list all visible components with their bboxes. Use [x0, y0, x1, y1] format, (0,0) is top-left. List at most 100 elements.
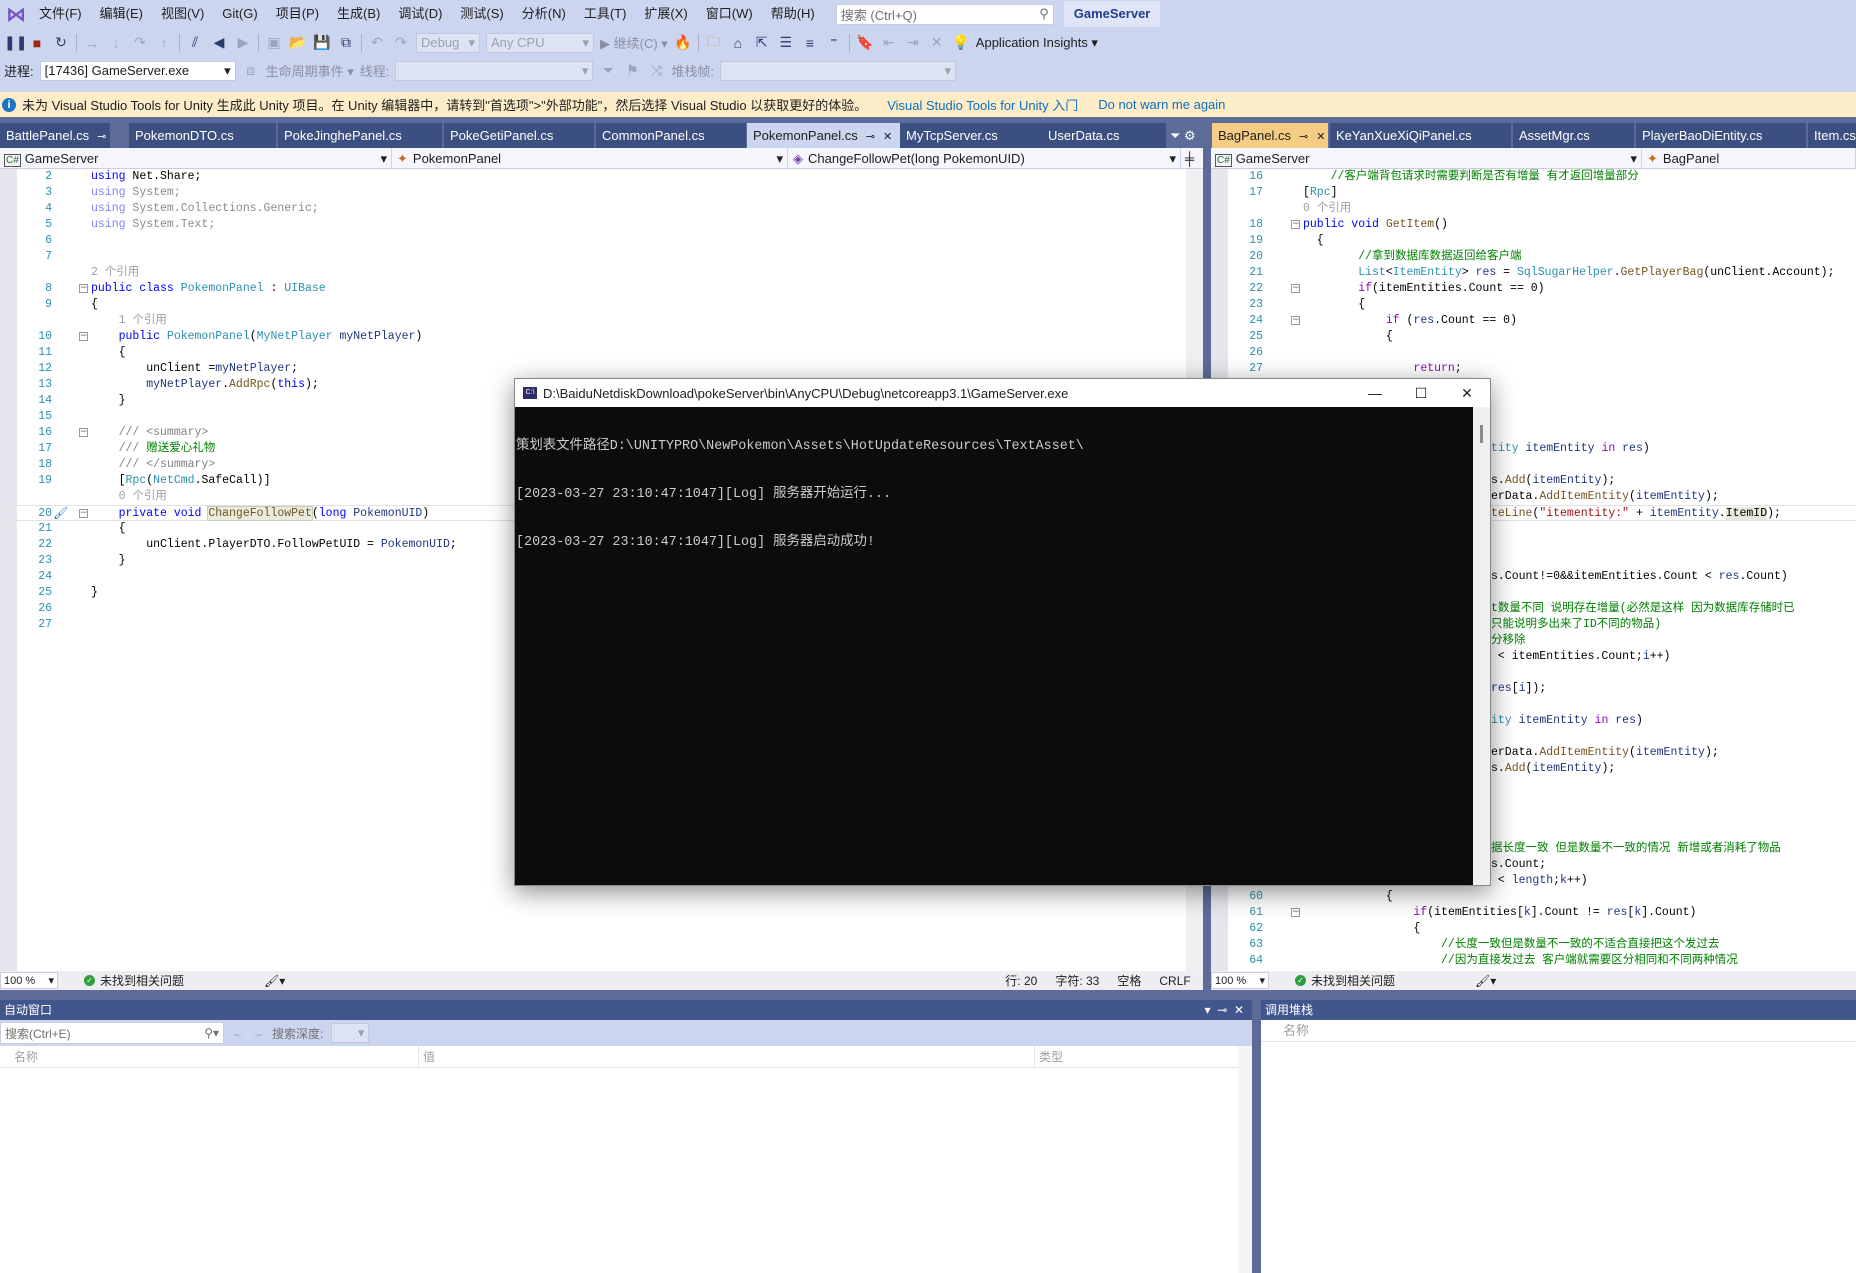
vertical-scrollbar[interactable] — [1238, 1046, 1252, 1273]
step-over-icon[interactable]: ↷ — [131, 34, 149, 51]
search-depth-dropdown[interactable]: ▾ — [331, 1023, 370, 1043]
close-icon[interactable]: ✕ — [1316, 131, 1325, 143]
configuration-dropdown[interactable]: Debug ▾ — [416, 32, 480, 53]
console-scrollbar[interactable] — [1473, 407, 1490, 885]
code-line[interactable]: 19 { — [1211, 233, 1856, 249]
quick-action-brush-icon[interactable]: 🖌 — [53, 506, 68, 522]
zoom-dropdown[interactable]: 100 % ▾ — [0, 972, 58, 989]
undo-icon[interactable]: ↶ — [368, 34, 386, 51]
code-line[interactable]: 16 //客户端背包请求时需要判断是否有增量 有才返回增量部分 — [1211, 169, 1856, 185]
navigate-forward-icon[interactable]: ▶ — [234, 34, 252, 51]
collapse-icon[interactable]: − — [1291, 220, 1300, 229]
stack-frame-dropdown[interactable]: ▾ — [720, 60, 957, 81]
panel-splitter[interactable] — [0, 990, 1856, 1000]
code-line[interactable]: 17 [Rpc] — [1211, 185, 1856, 201]
collapse-icon[interactable]: − — [1291, 316, 1300, 325]
pin-icon[interactable]: ⊸ — [97, 131, 106, 143]
collapse-icon[interactable]: − — [79, 428, 88, 437]
code-line[interactable]: 27 return; — [1211, 361, 1856, 377]
project-dropdown[interactable]: C# GameServer ▾ — [0, 148, 392, 169]
save-all-icon[interactable]: ⧉ — [337, 34, 355, 51]
tab-userdata[interactable]: UserData.cs — [1042, 123, 1166, 148]
line-indicator[interactable]: 行: 20 — [1005, 972, 1037, 989]
process-dropdown[interactable]: [17436] GameServer.exe ▾ — [39, 60, 236, 81]
class-dropdown[interactable]: ✦ PokemonPanel ▾ — [392, 148, 788, 169]
code-line[interactable]: 2 using Net.Share; — [0, 169, 1203, 185]
menu-analyze[interactable]: 分析(N) — [513, 0, 575, 28]
thread-dropdown[interactable]: ▾ — [395, 60, 594, 81]
new-item-icon[interactable]: ▣ — [265, 34, 283, 51]
tab-commonpanel[interactable]: CommonPanel.cs — [596, 123, 746, 148]
filter-icon[interactable]: ⏷ — [599, 62, 617, 79]
char-indicator[interactable]: 字符: 33 — [1055, 972, 1099, 989]
column-name[interactable]: 名称 — [14, 1046, 38, 1068]
code-line[interactable]: 9{ — [0, 297, 1203, 313]
code-line[interactable]: 18 − public void GetItem() — [1211, 217, 1856, 233]
code-line[interactable]: 7 — [0, 249, 1203, 265]
window-options-icon[interactable]: ▾ — [1205, 1003, 1211, 1017]
code-line[interactable]: 24 − if (res.Count == 0) — [1211, 313, 1856, 329]
gear-icon[interactable]: ⚙ — [1184, 128, 1196, 143]
tab-keyanxuexiqipanel[interactable]: KeYanXueXiQiPanel.cs — [1330, 123, 1511, 148]
lifecycle-events-dropdown[interactable]: 生命周期事件 ▾ — [266, 61, 354, 80]
hot-reload-icon[interactable]: ⫽ — [186, 34, 204, 51]
close-button[interactable]: ✕ — [1444, 379, 1490, 407]
code-line[interactable]: 21 List<ItemEntity> res = SqlSugarHelper… — [1211, 265, 1856, 281]
menu-extensions[interactable]: 扩展(X) — [635, 0, 696, 28]
menu-test[interactable]: 测试(S) — [451, 0, 512, 28]
split-window-button[interactable]: ╪ — [1181, 148, 1203, 169]
collapse-icon[interactable]: − — [79, 509, 88, 518]
code-line[interactable]: 63 //长度一致但是数量不一致的不适合直接把这个发过去 — [1211, 937, 1856, 953]
whitespace-indicator[interactable]: 空格 — [1117, 972, 1141, 989]
comment-icon[interactable]: ≡ — [801, 35, 819, 51]
code-line[interactable]: 5 using System.Text; — [0, 217, 1203, 233]
code-line[interactable]: 22 − if(itemEntities.Count == 0) — [1211, 281, 1856, 297]
member-dropdown[interactable]: ◈ ChangeFollowPet(long PokemonUID) ▾ — [788, 148, 1181, 169]
maximize-button[interactable]: ☐ — [1398, 379, 1444, 407]
menu-project[interactable]: 项目(P) — [267, 0, 328, 28]
code-line[interactable]: 3 using System; — [0, 185, 1203, 201]
show-next-statement-icon[interactable]: → — [83, 35, 101, 51]
bookmark-icon[interactable]: 🔖 — [856, 34, 874, 51]
visual-studio-logo-icon[interactable]: ⋈ — [2, 0, 30, 28]
tab-bagpanel[interactable]: BagPanel.cs ⊸ ✕ — [1212, 123, 1328, 148]
tab-item[interactable]: Item.cs — [1808, 123, 1856, 148]
search-back-icon[interactable]: ← — [232, 1026, 244, 1040]
cleanup-brush-icon[interactable]: 🖌▾ — [1475, 974, 1496, 988]
flag-icon[interactable]: ⚑ — [623, 62, 641, 79]
console-window[interactable]: C:\ D:\BaiduNetdiskDownload\pokeServer\b… — [514, 378, 1491, 886]
next-bookmark-icon[interactable]: ⇥ — [904, 34, 922, 51]
code-line[interactable]: 20 //拿到数据库数据返回给客户端 — [1211, 249, 1856, 265]
code-line[interactable]: 62 { — [1211, 921, 1856, 937]
code-line[interactable]: 8 − public class PokemonPanel : UIBase — [0, 281, 1203, 297]
menu-window[interactable]: 窗口(W) — [697, 0, 762, 28]
search-input[interactable]: 搜索 (Ctrl+Q) ⚲ — [835, 3, 1054, 25]
step-out-icon[interactable]: ↑ — [155, 35, 173, 51]
menu-debug[interactable]: 调试(D) — [389, 0, 451, 28]
redo-icon[interactable]: ↷ — [392, 34, 410, 51]
project-dropdown[interactable]: C# GameServer ▾ — [1211, 148, 1642, 169]
tab-pokejinghepanel[interactable]: PokeJinghePanel.cs — [278, 123, 442, 148]
code-line[interactable]: 64 //因为直接发过去 客户端就需要区分相同和不同两种情况 — [1211, 953, 1856, 969]
console-output[interactable]: 策划表文件路径D:\UNITYPRO\NewPokemon\Assets\Hot… — [515, 407, 1473, 885]
tab-pokemondto[interactable]: PokemonDTO.cs — [129, 123, 276, 148]
step-into-icon[interactable]: ↓ — [107, 35, 125, 51]
console-title-bar[interactable]: C:\ D:\BaiduNetdiskDownload\pokeServer\b… — [515, 379, 1490, 407]
code-line[interactable]: 0 个引用 — [1211, 201, 1856, 217]
minimize-button[interactable]: — — [1352, 379, 1398, 407]
continue-button[interactable]: ▶ 继续(C) ▾ — [600, 33, 668, 52]
save-icon[interactable]: 💾 — [313, 34, 331, 51]
find-in-files-icon[interactable]: 🗀 — [705, 31, 723, 55]
code-line[interactable]: 11 { — [0, 345, 1203, 361]
expand-threads-icon[interactable]: ⤨ — [647, 62, 665, 79]
previous-bookmark-icon[interactable]: ⇤ — [880, 34, 898, 51]
code-line[interactable]: 26 — [1211, 345, 1856, 361]
column-name[interactable]: 名称 — [1283, 1023, 1309, 1038]
format-icon[interactable]: ☰ — [777, 34, 795, 51]
panel-splitter-vertical[interactable] — [1252, 1000, 1261, 1273]
application-insights-button[interactable]: Application Insights ▾ — [976, 35, 1098, 51]
pin-icon[interactable]: ⊸ — [1299, 131, 1308, 143]
open-file-icon[interactable]: 📂 — [289, 34, 307, 51]
collapse-icon[interactable]: − — [1291, 908, 1300, 917]
collapse-icon[interactable]: − — [79, 284, 88, 293]
